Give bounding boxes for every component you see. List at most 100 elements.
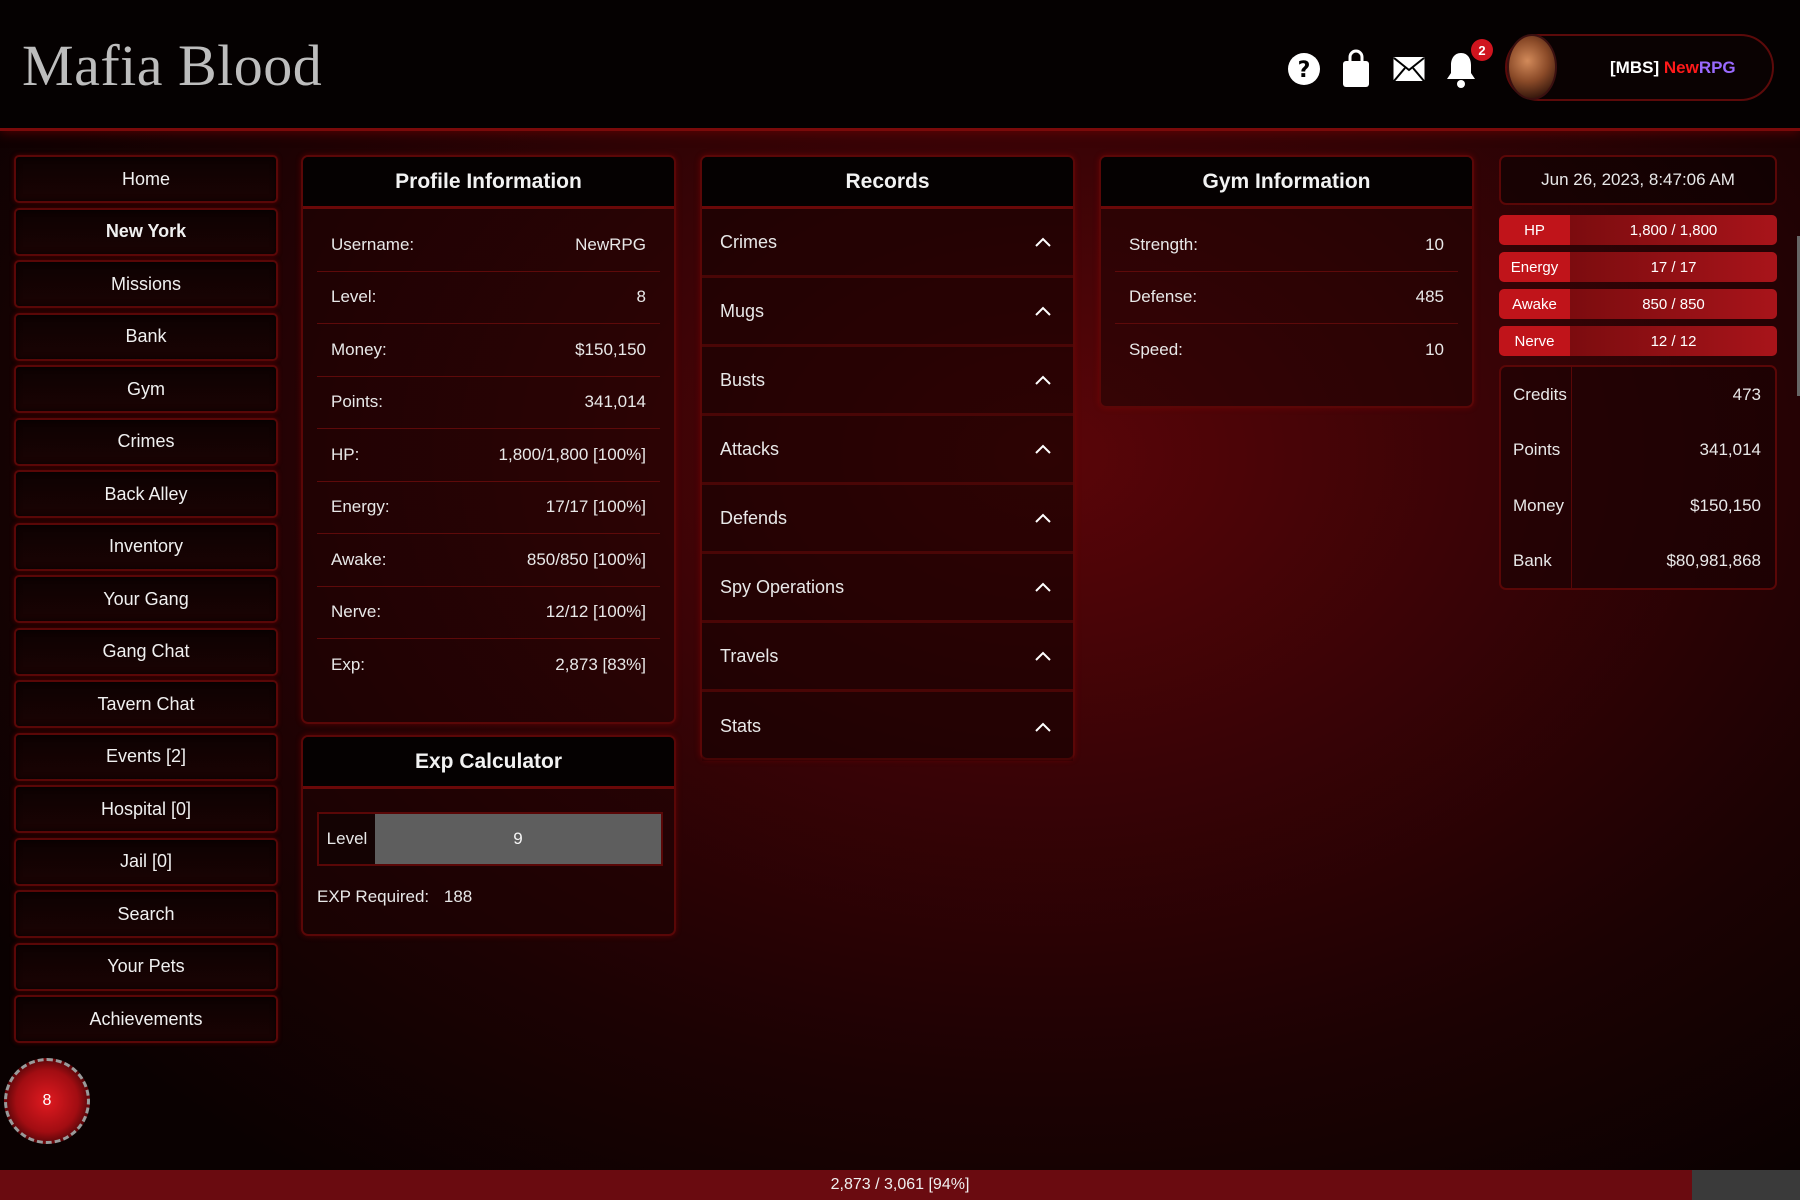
resource-value: 341,014 [1699,440,1761,459]
chevron-up-icon [1035,722,1051,732]
chevron-up-icon [1035,306,1051,316]
hp-bar[interactable]: HP 1,800 / 1,800 [1499,215,1777,245]
nav-hospital[interactable]: Hospital [0] [14,785,278,833]
profile-value: NewRPG [575,234,646,254]
help-icon[interactable]: ? [1284,47,1324,91]
exp-calculator-title: Exp Calculator [303,737,674,789]
exp-required-label: EXP Required: [317,887,430,906]
records-panel-title: Records [702,157,1073,209]
resource-row-money: Money $150,150 [1501,486,1775,526]
profile-value: 850/850 [100%] [526,549,646,569]
level-input-group: Level 9 [317,812,663,866]
nav-back-alley[interactable]: Back Alley [14,470,278,518]
resource-row-points: Points 341,014 [1501,430,1775,470]
exp-required-value: 188 [443,887,473,906]
resource-label: Credits [1513,385,1567,404]
energy-bar-track: 17 / 17 [1570,252,1777,282]
nav-your-gang[interactable]: Your Gang [14,575,278,623]
resource-row-bank: Bank $80,981,868 [1501,541,1775,581]
profile-panel-title: Profile Information [303,157,674,209]
sidebar-nav: Home New York Missions Bank Gym Crimes B… [14,155,278,1048]
gym-row: Strength: 10 [1115,219,1458,272]
profile-value: 12/12 [100%] [545,602,646,622]
records-item-defends[interactable]: Defends [702,485,1073,554]
records-item-crimes[interactable]: Crimes [702,209,1073,278]
chevron-up-icon [1035,651,1051,661]
nav-crimes[interactable]: Crimes [14,417,278,466]
nav-search[interactable]: Search [14,890,278,938]
profile-row: HP: 1,800/1,800 [100%] [317,429,660,482]
records-item-attacks[interactable]: Attacks [702,416,1073,485]
nav-events[interactable]: Events [2] [14,732,278,781]
shop-bag-icon[interactable] [1336,47,1376,91]
svg-text:?: ? [1298,58,1311,83]
resource-value: $150,150 [1690,496,1761,515]
energy-bar-text: 17 / 17 [1650,258,1697,276]
energy-bar[interactable]: Energy 17 / 17 [1499,252,1777,282]
profile-value: $150,150 [575,339,646,359]
records-item-label: Mugs [720,300,765,321]
records-item-label: Defends [720,507,788,528]
energy-bar-label: Energy [1499,252,1570,282]
profile-row: Points: 341,014 [317,377,660,429]
user-display-name[interactable]: [MBS] NewRPG [1610,58,1736,78]
records-item-mugs[interactable]: Mugs [702,278,1073,347]
nav-tavern-chat[interactable]: Tavern Chat [14,680,278,728]
records-item-label: Attacks [720,438,780,459]
profile-label: Username: [331,234,415,254]
chevron-up-icon [1035,582,1051,592]
resource-value: $80,981,868 [1666,551,1761,570]
records-item-stats[interactable]: Stats [702,692,1073,761]
records-item-label: Busts [720,369,766,390]
profile-label: Money: [331,339,387,359]
nav-bank[interactable]: Bank [14,312,278,361]
gym-label: Strength: [1129,234,1198,254]
profile-value: 2,873 [83%] [555,655,646,675]
avatar[interactable] [1507,34,1557,100]
top-header: Mafia Blood ? 2 [MBS] NewRPG [0,0,1800,131]
records-item-travels[interactable]: Travels [702,623,1073,692]
nav-achievements[interactable]: Achievements [14,995,278,1043]
records-item-busts[interactable]: Busts [702,347,1073,416]
resource-label: Bank [1513,551,1552,570]
profile-label: Exp: [331,655,366,675]
exp-progress-bar: 2,873 / 3,061 [94%] [0,1170,1800,1200]
nav-jail[interactable]: Jail [0] [14,837,278,886]
nav-missions[interactable]: Missions [14,260,278,308]
records-panel: Records Crimes Mugs Busts Attacks Defend… [700,155,1075,761]
chevron-up-icon [1035,444,1051,454]
records-item-label: Spy Operations [720,576,845,597]
profile-row: Money: $150,150 [317,324,660,377]
nav-inventory[interactable]: Inventory [14,522,278,571]
nav-home[interactable]: Home [14,155,278,203]
level-orb[interactable]: 8 [4,1058,90,1144]
resources-box: Credits 473 Points 341,014 Money $150,15… [1499,365,1777,590]
profile-row: Awake: 850/850 [100%] [317,534,660,587]
profile-row: Exp: 2,873 [83%] [317,639,660,692]
bell-icon[interactable]: 2 [1441,39,1493,91]
profile-label: HP: [331,444,360,464]
records-item-spy-operations[interactable]: Spy Operations [702,554,1073,623]
gym-row: Defense: 485 [1115,272,1458,324]
profile-value: 341,014 [584,392,646,412]
awake-bar-track: 850 / 850 [1570,289,1777,319]
exp-calculator-panel: Exp Calculator Level 9 EXP Required: 188 [301,735,676,936]
resource-label: Points [1513,440,1561,459]
mail-icon[interactable] [1389,47,1429,91]
nav-gang-chat[interactable]: Gang Chat [14,627,278,676]
gang-tag: [MBS] [1610,58,1660,77]
awake-bar[interactable]: Awake 850 / 850 [1499,289,1777,319]
nerve-bar[interactable]: Nerve 12 / 12 [1499,326,1777,356]
profile-label: Points: [331,392,383,412]
username-part1: New [1663,58,1699,77]
profile-value: 8 [636,287,646,307]
nav-your-pets[interactable]: Your Pets [14,942,278,991]
site-logo[interactable]: Mafia Blood [22,32,322,99]
level-input[interactable]: 9 [375,814,661,864]
resource-label: Money [1513,496,1565,515]
nav-new-york[interactable]: New York [14,207,278,256]
profile-row: Username: NewRPG [317,219,660,272]
profile-panel: Profile Information Username: NewRPG Lev… [301,155,676,724]
profile-row: Nerve: 12/12 [100%] [317,587,660,639]
nav-gym[interactable]: Gym [14,365,278,413]
